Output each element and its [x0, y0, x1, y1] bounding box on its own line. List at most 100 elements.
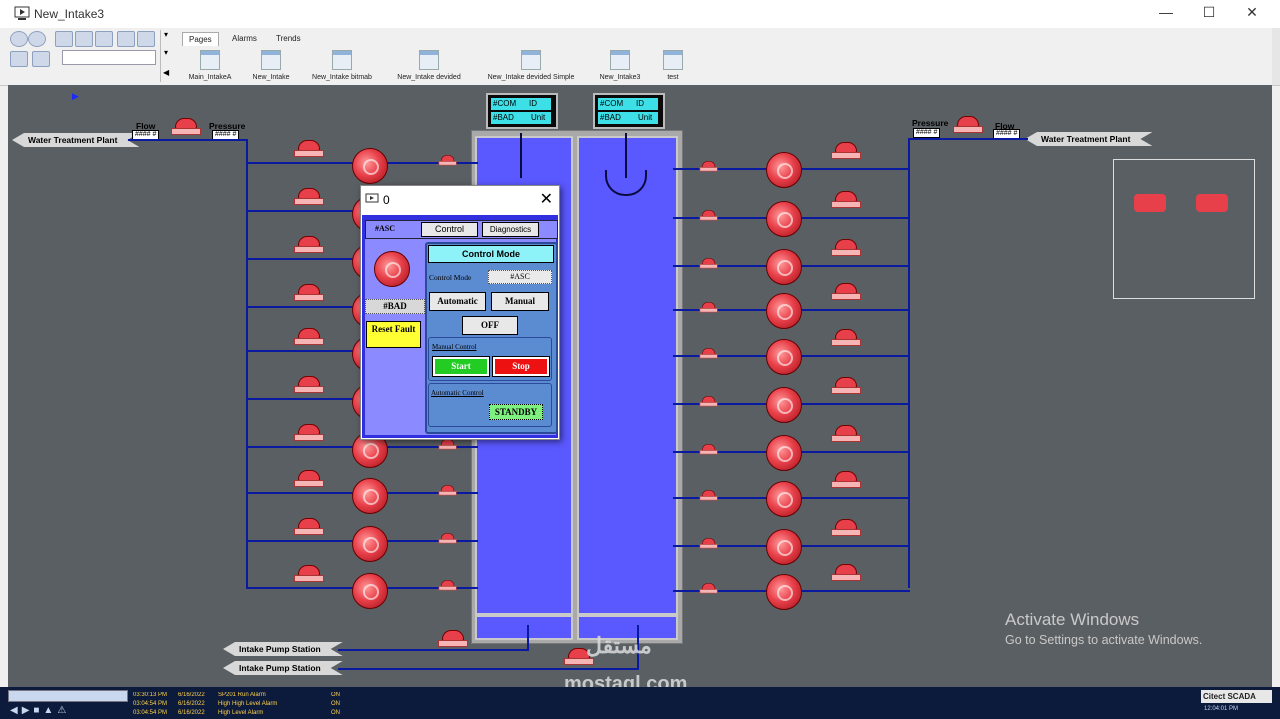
page-icon: [610, 50, 630, 70]
popup-close-icon[interactable]: ✕: [540, 189, 553, 209]
check-valve[interactable]: [699, 444, 718, 455]
tab-trends[interactable]: Trends: [270, 32, 307, 45]
page-item[interactable]: Main_IntakeA: [175, 50, 245, 81]
chevron-down-icon[interactable]: ▾: [164, 30, 168, 39]
check-valve[interactable]: [438, 155, 457, 166]
page-item[interactable]: New_Intake devided Simple: [485, 50, 577, 81]
pump-icon[interactable]: [352, 573, 388, 609]
check-valve[interactable]: [699, 210, 718, 221]
pump-icon[interactable]: [766, 152, 802, 188]
discharge-valve[interactable]: [294, 424, 324, 441]
discharge-valve[interactable]: [831, 425, 861, 442]
pump-icon[interactable]: [766, 293, 802, 329]
discharge-valve[interactable]: [831, 191, 861, 208]
sensor-line: [625, 133, 627, 178]
prev-page-icon[interactable]: [75, 31, 93, 47]
manual-control-label: Manual Control: [432, 343, 477, 351]
stop-button[interactable]: Stop: [492, 356, 550, 377]
discharge-valve[interactable]: [294, 284, 324, 301]
discharge-valve[interactable]: [831, 239, 861, 256]
alarm-row[interactable]: 03:04:54 PM 6/16/2022 High High Level Alar…: [133, 701, 393, 710]
page-item[interactable]: New_Intake bitmab: [307, 50, 377, 81]
discharge-valve[interactable]: [831, 283, 861, 300]
pump-icon[interactable]: [352, 148, 388, 184]
scroll-left-icon[interactable]: ◀: [163, 68, 169, 77]
next-page-icon[interactable]: [95, 31, 113, 47]
start-button[interactable]: Start: [432, 356, 490, 377]
maximize-icon[interactable]: ☐: [1189, 4, 1229, 21]
tab-diagnostics[interactable]: Diagnostics: [482, 222, 539, 237]
first-page-icon[interactable]: [55, 31, 73, 47]
check-valve[interactable]: [438, 533, 457, 544]
manual-button[interactable]: Manual: [491, 292, 549, 311]
alarm-toolbar-icons[interactable]: ◀▶■▲⚠: [10, 705, 70, 716]
marker-arrow-icon: ▶: [72, 91, 79, 101]
automatic-button[interactable]: Automatic: [429, 292, 486, 311]
tab-alarms[interactable]: Alarms: [226, 32, 263, 45]
discharge-valve[interactable]: [294, 140, 324, 157]
tab-pages[interactable]: Pages: [182, 32, 219, 46]
pump-icon[interactable]: [766, 529, 802, 565]
page-item[interactable]: New_Intake devided: [394, 50, 464, 81]
pump-icon[interactable]: [766, 201, 802, 237]
page-combo[interactable]: [62, 50, 156, 65]
page-item[interactable]: test: [638, 50, 708, 81]
discharge-valve[interactable]: [831, 564, 861, 581]
check-valve[interactable]: [438, 485, 457, 496]
pump-icon[interactable]: [766, 481, 802, 517]
discharge-valve[interactable]: [831, 142, 861, 159]
pump-icon[interactable]: [352, 526, 388, 562]
pump-icon[interactable]: [766, 435, 802, 471]
check-valve[interactable]: [699, 258, 718, 269]
discharge-valve[interactable]: [294, 236, 324, 253]
home-icon[interactable]: [117, 31, 135, 47]
print-icon[interactable]: [10, 51, 28, 67]
discharge-valve[interactable]: [294, 376, 324, 393]
discharge-valve[interactable]: [831, 329, 861, 346]
check-valve[interactable]: [699, 161, 718, 172]
check-valve[interactable]: [438, 580, 457, 591]
check-valve[interactable]: [699, 490, 718, 501]
close-icon[interactable]: ✕: [1232, 4, 1272, 21]
pump-icon[interactable]: [352, 478, 388, 514]
forward-icon[interactable]: [28, 31, 46, 47]
check-valve[interactable]: [699, 396, 718, 407]
check-valve[interactable]: [699, 583, 718, 594]
tab-control[interactable]: Control: [421, 222, 478, 237]
discharge-valve[interactable]: [294, 518, 324, 535]
check-valve[interactable]: [438, 439, 457, 450]
chevron-down-icon[interactable]: ▾: [164, 48, 168, 57]
check-valve[interactable]: [699, 348, 718, 359]
login-icon[interactable]: [32, 51, 50, 67]
discharge-valve[interactable]: [831, 471, 861, 488]
intake-valve[interactable]: [438, 630, 468, 647]
off-button[interactable]: OFF: [462, 316, 518, 335]
page-icon: [663, 50, 683, 70]
brand-watermark-ar: مستقل: [586, 633, 652, 658]
pump-icon[interactable]: [766, 387, 802, 423]
reset-fault-button[interactable]: Reset Fault: [366, 321, 421, 348]
toolbar-scrollbar[interactable]: [1272, 28, 1280, 85]
left-main-valve[interactable]: [171, 118, 201, 135]
discharge-valve[interactable]: [294, 328, 324, 345]
alarm-row[interactable]: 03:04:54 PM 6/16/2022 High Level Alarm ON: [133, 710, 393, 719]
check-valve[interactable]: [699, 302, 718, 313]
discharge-valve[interactable]: [831, 519, 861, 536]
discharge-valve[interactable]: [294, 188, 324, 205]
alarm-row[interactable]: 03:30:13 PM 6/16/2022 SP201 Run Alarm ON: [133, 692, 393, 701]
back-icon[interactable]: [10, 31, 28, 47]
minimize-icon[interactable]: —: [1146, 4, 1186, 20]
alarm-date: 6/16/2022: [178, 692, 205, 698]
discharge-valve[interactable]: [294, 470, 324, 487]
page-item[interactable]: New_Intake: [236, 50, 306, 81]
alarm-bar-field[interactable]: [8, 690, 128, 702]
check-valve[interactable]: [699, 538, 718, 549]
pump-icon[interactable]: [766, 574, 802, 610]
pump-icon[interactable]: [766, 249, 802, 285]
menu-icon[interactable]: [137, 31, 155, 47]
discharge-valve[interactable]: [831, 377, 861, 394]
right-main-valve[interactable]: [953, 116, 983, 133]
pump-icon[interactable]: [766, 339, 802, 375]
page-icon: [200, 50, 220, 70]
discharge-valve[interactable]: [294, 565, 324, 582]
